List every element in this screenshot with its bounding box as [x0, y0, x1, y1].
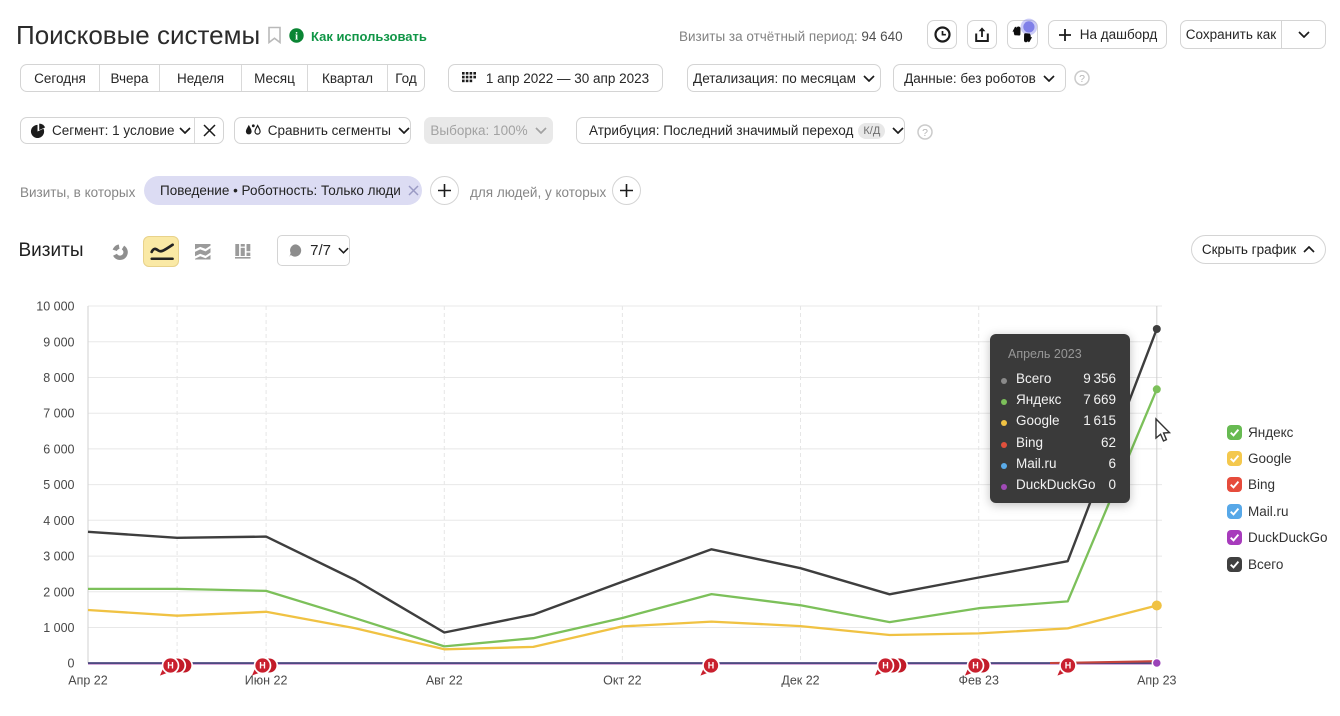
svg-text:Н: Н [1065, 661, 1072, 671]
svg-text:Н: Н [972, 661, 979, 671]
svg-text:Н: Н [708, 661, 715, 671]
svg-text:Н: Н [882, 661, 889, 671]
svg-text:Н: Н [259, 661, 266, 671]
svg-text:Н: Н [167, 661, 174, 671]
